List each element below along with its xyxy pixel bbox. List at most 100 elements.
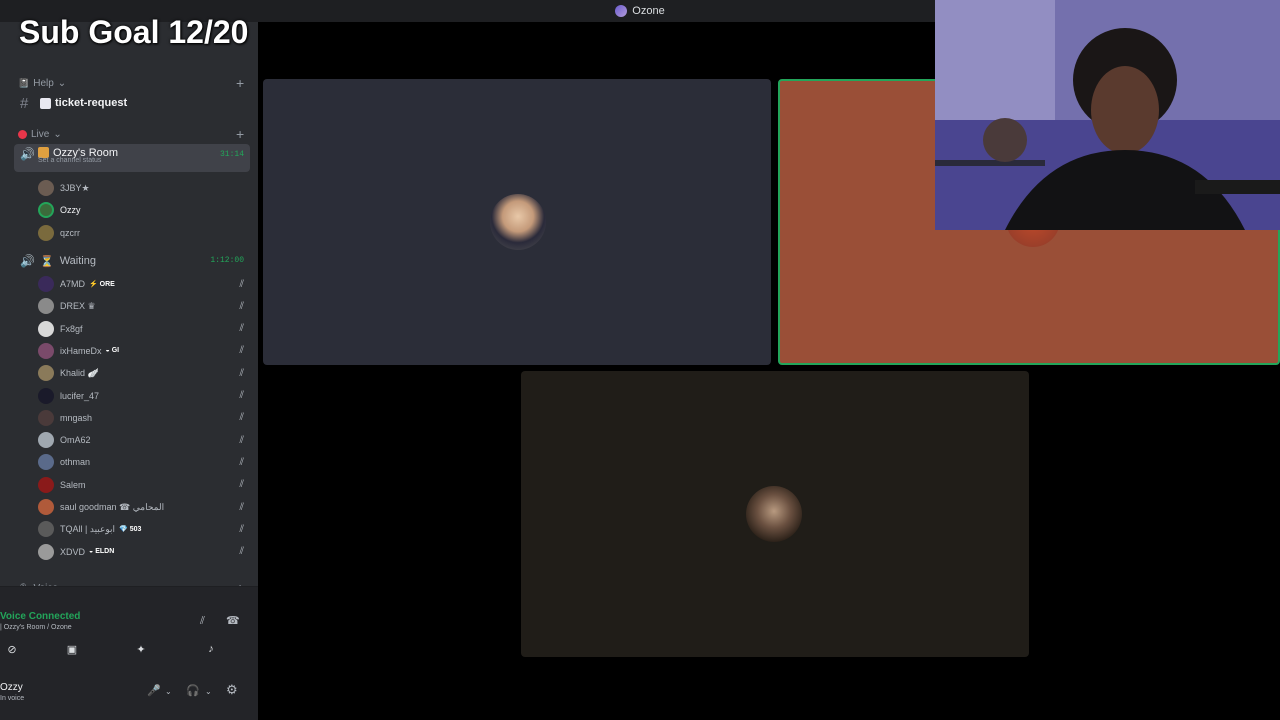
user-name[interactable]: Ozzy (0, 682, 23, 693)
channel-status[interactable]: Set a channel status (38, 157, 101, 164)
voice-connected-subtitle[interactable]: | Ozzy's Room / Ozone (0, 624, 72, 631)
member-row[interactable]: Ozzy (38, 200, 250, 220)
hourglass-icon: ⏳ (40, 255, 54, 268)
sub-goal-overlay: Sub Goal 12/20 (19, 14, 249, 50)
member-row[interactable]: Fx8gf ⫽ (38, 319, 250, 339)
add-channel-help-icon[interactable]: + (236, 75, 244, 91)
channel-room-timer: 31:14 (219, 150, 244, 159)
envelope-icon (40, 97, 51, 109)
mic-off-icon: ⫽ (239, 345, 244, 357)
chevron-down-icon[interactable]: ⌄ (205, 687, 212, 696)
member-name: Ozzy (60, 205, 81, 216)
hash-icon: # (20, 94, 29, 112)
speaker-icon: 🔊 (20, 147, 35, 161)
discord-window: Ozone 📓 Help ⌄ + # ticket-request Live ⌄… (0, 0, 1280, 720)
channel-waiting-label: Waiting (59, 255, 96, 267)
member-name: saul goodman ☎ المحامي (60, 501, 165, 512)
mic-off-icon: ⫽ (239, 546, 244, 558)
voice-connected-title[interactable]: Voice Connected (0, 611, 80, 622)
avatar (38, 499, 54, 515)
video-tile-3[interactable] (521, 371, 1029, 657)
chevron-down-icon[interactable]: ⌄ (165, 687, 172, 696)
member-tag: 💎 503 (119, 526, 142, 534)
avatar (38, 454, 54, 471)
avatar (490, 194, 546, 250)
activities-button[interactable]: ✦ (129, 643, 153, 661)
member-name: Salem (60, 479, 86, 490)
headphones-icon[interactable]: 🎧 (186, 684, 200, 697)
member-row[interactable]: lucifer_47 ⫽ (38, 386, 250, 406)
avatar (38, 202, 54, 219)
noise-suppression-icon[interactable]: ⫽ (200, 615, 205, 628)
chevron-down-icon: ⌄ (53, 129, 62, 140)
live-dot-icon (18, 130, 27, 139)
mic-off-icon: ⫽ (239, 456, 244, 468)
camera-off-button[interactable]: ⊘ (0, 643, 24, 661)
mic-off-icon: ⫽ (239, 501, 244, 513)
mic-off-icon: ⫽ (239, 300, 244, 312)
member-row[interactable]: A7MD ⚡ ORE ⫽ (38, 274, 250, 294)
server-icon (615, 5, 628, 17)
member-row[interactable]: saul goodman ☎ المحامي ⫽ (38, 497, 250, 517)
avatar (38, 409, 54, 426)
soundboard-button[interactable]: ♪ (199, 643, 223, 661)
member-name: TQAll | ابوعبيد (60, 523, 116, 534)
avatar (746, 486, 802, 542)
window-title: Ozone (632, 5, 665, 17)
channel-waiting-timer: 1:12:00 (210, 256, 244, 265)
user-panel: Ozzy In voice 🎤 ⌄ 🎧 ⌄ ⚙ (0, 674, 258, 720)
member-row[interactable]: TQAll | ابوعبيد 💎 503 ⫽ (38, 519, 250, 539)
member-tag: ◒ ELDN (89, 548, 115, 556)
member-row[interactable]: OmA62 ⫽ (38, 430, 250, 450)
member-row[interactable]: 3JBY★ (38, 178, 250, 198)
member-name: A7MD (60, 279, 86, 289)
category-live[interactable]: Live ⌄ + (18, 126, 244, 142)
avatar (38, 521, 54, 538)
member-row[interactable]: Salem ⫽ (38, 475, 250, 495)
chevron-down-icon: ⌄ (57, 78, 67, 89)
member-row[interactable]: qzcrr (38, 223, 250, 243)
member-name: OmA62 (60, 435, 91, 446)
voice-connected-panel: Voice Connected | Ozzy's Room / Ozone ⫽ … (0, 586, 258, 674)
user-status: In voice (0, 695, 25, 702)
member-row[interactable]: Khalid 🪽 ⫽ (38, 363, 250, 383)
mic-icon[interactable]: 🎤 (147, 684, 161, 697)
avatar (38, 387, 54, 404)
mic-off-icon: ⫽ (239, 412, 244, 424)
mic-off-icon: ⫽ (239, 434, 244, 446)
channel-ticket-request[interactable]: # ticket-request (14, 92, 250, 114)
channel-ozzys-room[interactable]: 🔊 Ozzy's Room Set a channel status 31:14 (14, 144, 250, 172)
mic-off-icon: ⫽ (239, 278, 244, 290)
member-name: qzcrr (60, 227, 80, 238)
member-row[interactable]: othman ⫽ (38, 452, 250, 472)
mic-off-icon: ⫽ (239, 390, 244, 401)
category-help[interactable]: 📓 Help ⌄ + (18, 75, 244, 91)
mic-off-icon: ⫽ (239, 323, 244, 335)
member-row[interactable]: mngash ⫽ (38, 408, 250, 428)
avatar (38, 432, 54, 449)
avatar (38, 180, 54, 196)
notepad-icon: 📓 (18, 78, 30, 88)
avatar (38, 543, 54, 560)
speaker-icon: 🔊 (20, 254, 35, 268)
mic-off-icon: ⫽ (239, 479, 244, 491)
channel-ticket-label: ticket-request (55, 97, 128, 109)
video-tile-1[interactable] (263, 79, 771, 365)
avatar (38, 320, 54, 337)
disconnect-icon[interactable]: ☎ (226, 614, 240, 627)
screen-share-button[interactable]: ▣ (60, 643, 84, 661)
mic-off-icon: ⫽ (239, 367, 244, 379)
avatar (38, 298, 54, 315)
gear-icon[interactable]: ⚙ (226, 682, 238, 698)
add-channel-live-icon[interactable]: + (236, 126, 244, 142)
member-tag: ◒ GI (105, 347, 120, 355)
member-name: DREX ♛ (60, 300, 96, 311)
channel-waiting[interactable]: 🔊 ⏳ Waiting 1:12:00 (14, 250, 250, 272)
member-row[interactable]: XDVD ◒ ELDN ⫽ (38, 542, 250, 562)
avatar (38, 342, 54, 359)
category-help-label: Help (33, 78, 54, 89)
member-row[interactable]: ixHameDx ◒ GI ⫽ (38, 341, 250, 361)
avatar (38, 476, 54, 493)
streamer-webcam (935, 0, 1280, 230)
member-row[interactable]: DREX ♛ ⫽ (38, 296, 250, 316)
